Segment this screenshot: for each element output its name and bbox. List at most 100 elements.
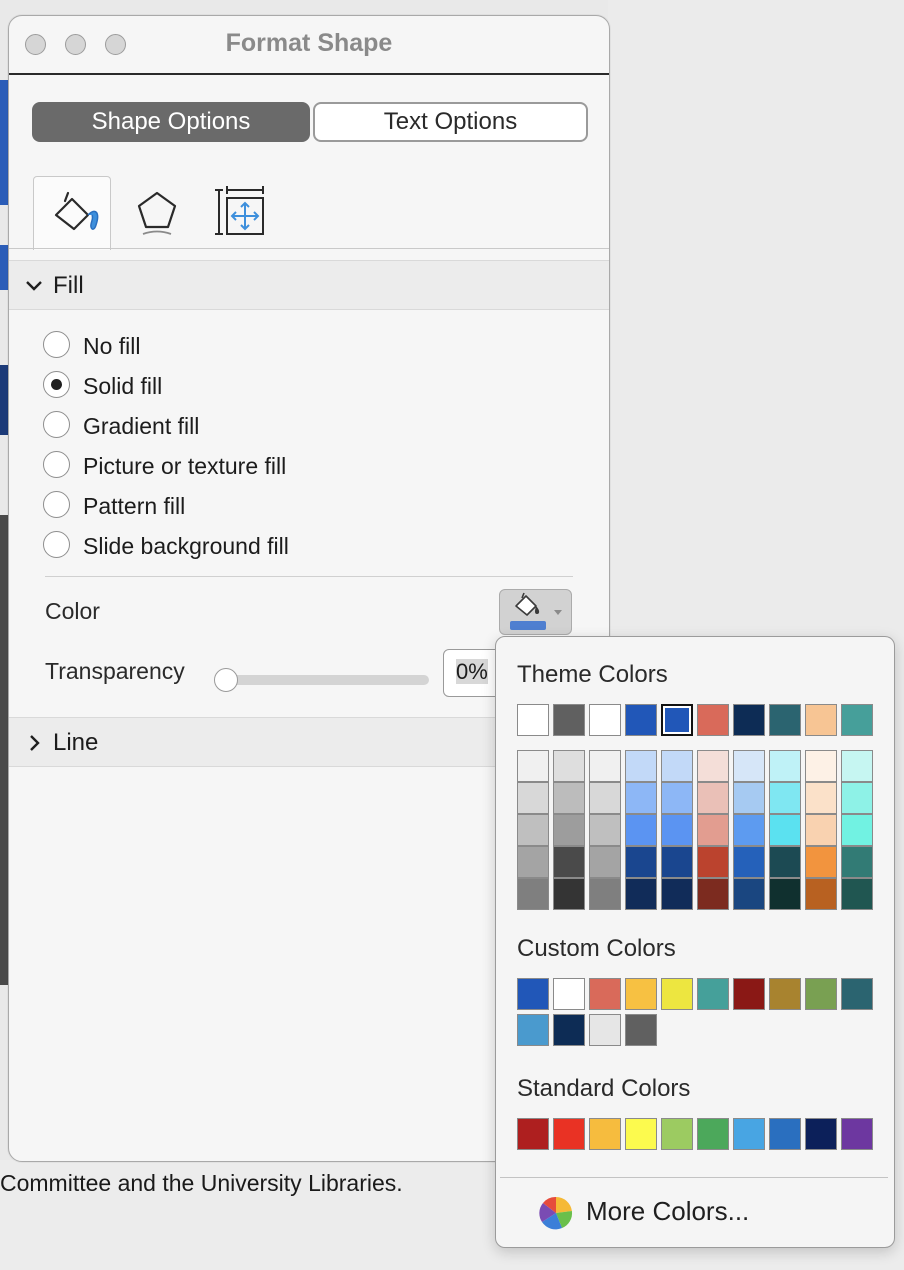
size-properties-tab[interactable] xyxy=(201,176,279,248)
theme-shade-swatch[interactable] xyxy=(553,846,585,878)
theme-shade-swatch[interactable] xyxy=(589,814,621,846)
theme-shade-swatch[interactable] xyxy=(589,750,621,782)
custom-color-swatch[interactable] xyxy=(697,978,729,1010)
transparency-input[interactable]: 0% xyxy=(443,649,503,697)
custom-color-swatch[interactable] xyxy=(589,1014,621,1046)
theme-shade-swatch[interactable] xyxy=(517,750,549,782)
theme-shade-swatch[interactable] xyxy=(661,782,693,814)
standard-color-swatch[interactable] xyxy=(697,1118,729,1150)
custom-color-swatch[interactable] xyxy=(517,978,549,1010)
custom-color-swatch[interactable] xyxy=(625,1014,657,1046)
theme-color-swatch[interactable] xyxy=(553,704,585,736)
theme-shade-swatch[interactable] xyxy=(589,782,621,814)
theme-shade-swatch[interactable] xyxy=(841,750,873,782)
theme-shade-swatch[interactable] xyxy=(841,782,873,814)
custom-color-swatch[interactable] xyxy=(805,978,837,1010)
theme-shade-swatch[interactable] xyxy=(841,846,873,878)
theme-shade-swatch[interactable] xyxy=(769,846,801,878)
theme-shade-swatch[interactable] xyxy=(661,814,693,846)
theme-shade-swatch[interactable] xyxy=(517,878,549,910)
custom-color-swatch[interactable] xyxy=(733,978,765,1010)
theme-shade-swatch[interactable] xyxy=(805,878,837,910)
theme-shade-swatch[interactable] xyxy=(553,814,585,846)
standard-color-swatch[interactable] xyxy=(769,1118,801,1150)
theme-shade-swatch[interactable] xyxy=(589,846,621,878)
radio-button[interactable] xyxy=(43,451,70,478)
theme-shade-swatch[interactable] xyxy=(553,782,585,814)
theme-shade-swatch[interactable] xyxy=(625,782,657,814)
theme-shade-swatch[interactable] xyxy=(661,846,693,878)
theme-shade-swatch[interactable] xyxy=(769,750,801,782)
theme-shade-swatch[interactable] xyxy=(733,846,765,878)
theme-shade-swatch[interactable] xyxy=(733,782,765,814)
radio-button-selected[interactable] xyxy=(43,371,70,398)
theme-shade-swatch[interactable] xyxy=(625,846,657,878)
theme-shade-swatch[interactable] xyxy=(697,878,729,910)
custom-color-swatch[interactable] xyxy=(553,978,585,1010)
custom-color-swatch[interactable] xyxy=(769,978,801,1010)
theme-shade-swatch[interactable] xyxy=(805,782,837,814)
theme-shade-swatch[interactable] xyxy=(697,814,729,846)
standard-color-swatch[interactable] xyxy=(517,1118,549,1150)
theme-shade-swatch[interactable] xyxy=(769,878,801,910)
theme-shade-swatch[interactable] xyxy=(517,814,549,846)
theme-color-swatch[interactable] xyxy=(733,704,765,736)
fill-color-button[interactable] xyxy=(499,589,572,635)
theme-shade-swatch[interactable] xyxy=(733,814,765,846)
theme-shade-swatch[interactable] xyxy=(805,750,837,782)
standard-color-swatch[interactable] xyxy=(625,1118,657,1150)
effects-tab[interactable] xyxy=(113,176,191,248)
standard-color-swatch[interactable] xyxy=(589,1118,621,1150)
standard-color-swatch[interactable] xyxy=(841,1118,873,1150)
radio-button[interactable] xyxy=(43,531,70,558)
theme-shade-swatch[interactable] xyxy=(517,846,549,878)
radio-button[interactable] xyxy=(43,331,70,358)
theme-shade-swatch[interactable] xyxy=(553,878,585,910)
theme-shade-swatch[interactable] xyxy=(517,782,549,814)
theme-shade-swatch[interactable] xyxy=(553,750,585,782)
radio-button[interactable] xyxy=(43,491,70,518)
custom-color-swatch[interactable] xyxy=(841,978,873,1010)
theme-shade-swatch[interactable] xyxy=(841,878,873,910)
standard-color-swatch[interactable] xyxy=(733,1118,765,1150)
standard-color-swatch[interactable] xyxy=(661,1118,693,1150)
fill-line-tab[interactable] xyxy=(33,176,111,250)
theme-shade-swatch[interactable] xyxy=(733,878,765,910)
standard-color-swatch[interactable] xyxy=(805,1118,837,1150)
theme-shade-swatch[interactable] xyxy=(733,750,765,782)
theme-color-swatch[interactable] xyxy=(625,704,657,736)
transparency-slider-track[interactable] xyxy=(219,675,429,685)
transparency-slider-knob[interactable] xyxy=(214,668,238,692)
fill-section-header[interactable]: Fill xyxy=(9,260,609,310)
theme-color-swatch[interactable] xyxy=(661,704,693,736)
standard-color-swatch[interactable] xyxy=(553,1118,585,1150)
theme-shade-swatch[interactable] xyxy=(625,814,657,846)
theme-shade-swatch[interactable] xyxy=(697,846,729,878)
custom-color-swatch[interactable] xyxy=(625,978,657,1010)
theme-shade-swatch[interactable] xyxy=(769,814,801,846)
theme-shade-swatch[interactable] xyxy=(625,750,657,782)
theme-shade-swatch[interactable] xyxy=(805,846,837,878)
radio-button[interactable] xyxy=(43,411,70,438)
theme-color-swatch[interactable] xyxy=(841,704,873,736)
custom-color-swatch[interactable] xyxy=(589,978,621,1010)
custom-color-swatch[interactable] xyxy=(517,1014,549,1046)
theme-color-swatch[interactable] xyxy=(589,704,621,736)
tab-text-options[interactable]: Text Options xyxy=(313,102,588,142)
theme-color-swatch[interactable] xyxy=(697,704,729,736)
tab-shape-options[interactable]: Shape Options xyxy=(32,102,310,142)
theme-shade-swatch[interactable] xyxy=(661,750,693,782)
theme-shade-swatch[interactable] xyxy=(769,782,801,814)
custom-color-swatch[interactable] xyxy=(661,978,693,1010)
theme-color-swatch[interactable] xyxy=(769,704,801,736)
theme-shade-swatch[interactable] xyxy=(805,814,837,846)
theme-shade-swatch[interactable] xyxy=(661,878,693,910)
theme-shade-swatch[interactable] xyxy=(841,814,873,846)
custom-color-swatch[interactable] xyxy=(553,1014,585,1046)
theme-color-swatch[interactable] xyxy=(517,704,549,736)
theme-shade-swatch[interactable] xyxy=(589,878,621,910)
theme-color-swatch[interactable] xyxy=(805,704,837,736)
theme-shade-swatch[interactable] xyxy=(697,750,729,782)
theme-shade-swatch[interactable] xyxy=(625,878,657,910)
theme-shade-swatch[interactable] xyxy=(697,782,729,814)
